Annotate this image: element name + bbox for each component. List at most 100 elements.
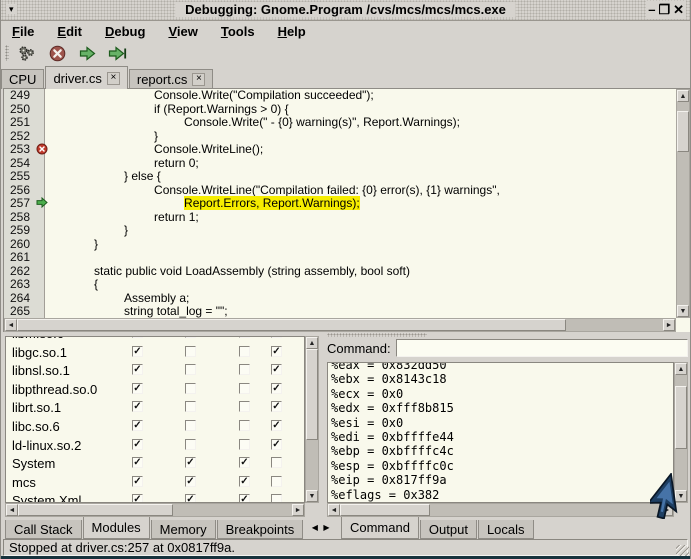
editor-vertical-scrollbar[interactable]: ▲▼ <box>676 89 690 318</box>
menu-item-edit[interactable]: Edit <box>54 23 85 40</box>
scroll-arrow-down-icon[interactable]: ▼ <box>677 305 689 317</box>
module-checkbox-unchecked[interactable] <box>239 439 250 450</box>
continue-button[interactable] <box>74 43 100 64</box>
scrollbar-thumb[interactable] <box>306 349 318 440</box>
scrollbar-thumb[interactable] <box>18 504 173 516</box>
code-line-264[interactable]: 264 Assembly a; <box>4 292 676 306</box>
tab-close-icon[interactable]: × <box>192 73 205 86</box>
module-checkbox-unchecked[interactable] <box>239 346 250 357</box>
module-checkbox-checked[interactable]: ✓ <box>185 476 196 487</box>
module-row-ld-linux-so-2[interactable]: ld-linux.so.2✓✓ <box>6 436 304 455</box>
code-line-261[interactable]: 261 <box>4 251 676 265</box>
minimize-button[interactable]: – <box>648 1 655 19</box>
code-line-253[interactable]: 253 Console.WriteLine(); <box>4 143 676 157</box>
module-checkbox-unchecked[interactable] <box>271 494 282 503</box>
module-checkbox-unchecked[interactable] <box>185 401 196 412</box>
scrollbar-thumb[interactable] <box>17 319 566 331</box>
module-row-librt-so-1[interactable]: librt.so.1✓✓ <box>6 398 304 417</box>
tab-cpu[interactable]: CPU <box>1 69 44 89</box>
command-input[interactable] <box>396 339 688 357</box>
scroll-arrow-left-icon[interactable]: ◄ <box>328 504 340 516</box>
code-line-252[interactable]: 252 } <box>4 130 676 144</box>
module-checkbox-unchecked[interactable] <box>239 364 250 375</box>
module-checkbox-unchecked[interactable] <box>239 420 250 431</box>
maximize-button[interactable]: ❐ <box>658 1 670 19</box>
code-line-251[interactable]: 251 Console.Write(" - {0} warning(s)", R… <box>4 116 676 130</box>
scroll-arrow-up-icon[interactable]: ▲ <box>677 90 689 102</box>
module-checkbox-checked[interactable]: ✓ <box>132 476 143 487</box>
module-checkbox-unchecked[interactable] <box>185 420 196 431</box>
bottom-tab-output[interactable]: Output <box>420 520 477 539</box>
module-checkbox-checked[interactable]: ✓ <box>271 336 282 338</box>
window-menu-icon[interactable]: ▾ <box>6 4 17 14</box>
module-checkbox-checked[interactable]: ✓ <box>271 439 282 450</box>
module-checkbox-checked[interactable]: ✓ <box>271 364 282 375</box>
scroll-arrow-down-icon[interactable]: ▼ <box>306 490 318 502</box>
menu-item-tools[interactable]: Tools <box>218 23 258 40</box>
modules-horizontal-scrollbar[interactable]: ◄► <box>5 503 305 517</box>
module-checkbox-checked[interactable]: ✓ <box>271 420 282 431</box>
scroll-arrow-up-icon[interactable]: ▲ <box>675 363 687 375</box>
title-bar[interactable]: ▾ Debugging: Gnome.Program /cvs/mcs/mcs/… <box>1 0 690 21</box>
scroll-arrow-left-icon[interactable]: ◄ <box>5 319 17 331</box>
module-checkbox-checked[interactable]: ✓ <box>132 457 143 468</box>
run-button[interactable] <box>14 43 40 64</box>
module-checkbox-checked[interactable]: ✓ <box>132 494 143 503</box>
tab-driver-cs[interactable]: driver.cs× <box>45 66 127 89</box>
module-checkbox-checked[interactable]: ✓ <box>132 346 143 357</box>
bottom-tab-modules[interactable]: Modules <box>83 517 150 539</box>
code-line-249[interactable]: 249 Console.Write("Compilation succeeded… <box>4 89 676 103</box>
code-line-259[interactable]: 259 } <box>4 224 676 238</box>
bottom-tab-memory[interactable]: Memory <box>151 520 216 539</box>
module-checkbox-checked[interactable]: ✓ <box>132 401 143 412</box>
module-checkbox-checked[interactable]: ✓ <box>271 346 282 357</box>
menu-item-view[interactable]: View <box>165 23 200 40</box>
module-checkbox-checked[interactable]: ✓ <box>132 439 143 450</box>
module-checkbox-unchecked[interactable] <box>185 439 196 450</box>
module-checkbox-unchecked[interactable] <box>185 336 196 338</box>
module-row-mcs[interactable]: mcs✓✓✓ <box>6 473 304 492</box>
code-pane[interactable]: 249 Console.Write("Compilation succeeded… <box>4 89 676 318</box>
close-button[interactable]: ✕ <box>673 1 684 19</box>
module-row-libnsl-so-1[interactable]: libnsl.so.1✓✓ <box>6 361 304 380</box>
module-checkbox-checked[interactable]: ✓ <box>132 383 143 394</box>
module-checkbox-checked[interactable]: ✓ <box>185 494 196 503</box>
code-line-262[interactable]: 262 static public void LoadAssembly (str… <box>4 265 676 279</box>
module-checkbox-unchecked[interactable] <box>271 476 282 487</box>
step-button[interactable] <box>104 43 130 64</box>
code-line-254[interactable]: 254 return 0; <box>4 157 676 171</box>
module-checkbox-checked[interactable]: ✓ <box>239 457 250 468</box>
code-line-250[interactable]: 250 if (Report.Warnings > 0) { <box>4 103 676 117</box>
module-checkbox-checked[interactable]: ✓ <box>132 364 143 375</box>
tab-scroll-forward-button[interactable]: ▶ <box>323 523 329 532</box>
scroll-arrow-down-icon[interactable]: ▼ <box>675 490 687 502</box>
code-line-263[interactable]: 263 { <box>4 278 676 292</box>
scrollbar-thumb[interactable] <box>677 111 689 152</box>
bottom-tab-breakpoints[interactable]: Breakpoints <box>217 520 304 539</box>
scrollbar-thumb[interactable] <box>675 386 687 449</box>
register-output[interactable]: %eax = 0x832dd50%ebx = 0x8143c18%ecx = 0… <box>327 362 674 503</box>
scroll-arrow-right-icon[interactable]: ► <box>663 319 675 331</box>
menu-item-debug[interactable]: Debug <box>102 23 148 40</box>
stop-button[interactable] <box>44 43 70 64</box>
command-vertical-scrollbar[interactable]: ▲▼ <box>674 362 688 503</box>
module-row-system-xml[interactable]: System.Xml✓✓✓ <box>6 491 304 503</box>
code-line-265[interactable]: 265 string total_log = ""; <box>4 305 676 318</box>
editor-horizontal-scrollbar[interactable]: ◄► <box>4 318 676 332</box>
module-checkbox-checked[interactable]: ✓ <box>185 457 196 468</box>
module-row-libpthread-so-0[interactable]: libpthread.so.0✓✓ <box>6 380 304 399</box>
module-row-libc-so-6[interactable]: libc.so.6✓✓ <box>6 417 304 436</box>
module-checkbox-unchecked[interactable] <box>185 364 196 375</box>
current-line-icon[interactable] <box>36 197 50 208</box>
menu-item-help[interactable]: Help <box>275 23 309 40</box>
tab-report-cs[interactable]: report.cs× <box>129 69 214 89</box>
bottom-tab-command[interactable]: Command <box>341 517 419 539</box>
modules-vertical-scrollbar[interactable]: ▲▼ <box>305 336 319 503</box>
code-line-256[interactable]: 256 Console.WriteLine("Compilation faile… <box>4 184 676 198</box>
module-row-libgc-so-1[interactable]: libgc.so.1✓✓ <box>6 343 304 362</box>
module-checkbox-unchecked[interactable] <box>185 383 196 394</box>
module-checkbox-unchecked[interactable] <box>239 336 250 338</box>
scroll-arrow-right-icon[interactable]: ► <box>292 504 304 516</box>
code-line-258[interactable]: 258 return 1; <box>4 211 676 225</box>
breakpoint-icon[interactable] <box>36 143 50 154</box>
